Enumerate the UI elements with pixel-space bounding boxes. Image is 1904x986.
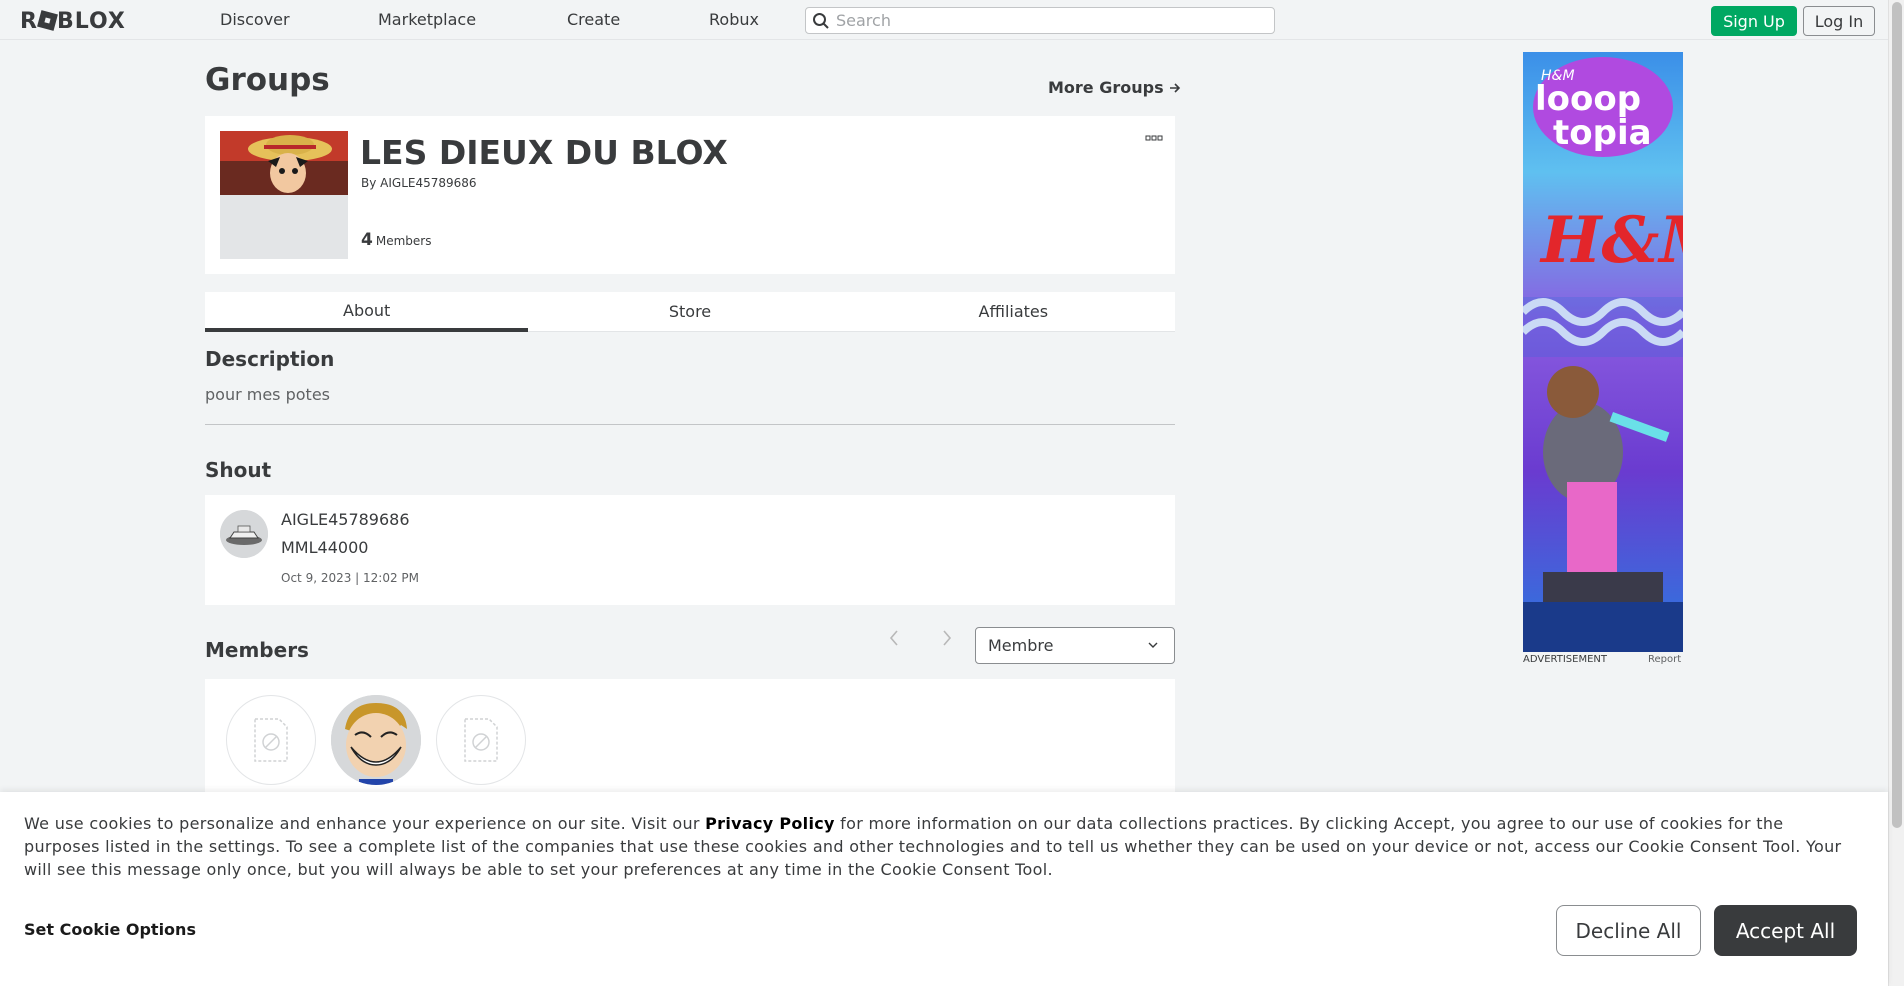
avatar[interactable]: [220, 510, 268, 558]
nav-robux[interactable]: Robux: [709, 10, 759, 29]
search-input[interactable]: [836, 11, 1256, 30]
role-dropdown-value: Membre: [988, 636, 1054, 655]
member-avatar-placeholder[interactable]: [436, 695, 526, 785]
page-scrollbar[interactable]: [1888, 0, 1904, 986]
tab-about[interactable]: About: [205, 292, 529, 332]
nav-discover[interactable]: Discover: [220, 10, 290, 29]
cookie-text: We use cookies to personalize and enhanc…: [24, 812, 1854, 881]
search-box[interactable]: [805, 7, 1275, 34]
ad-report-link[interactable]: Report: [1648, 654, 1681, 665]
nav-marketplace[interactable]: Marketplace: [378, 10, 476, 29]
tab-store[interactable]: Store: [528, 292, 852, 332]
chevron-left-icon[interactable]: [888, 628, 900, 652]
tab-affiliates[interactable]: Affiliates: [851, 292, 1175, 332]
cookie-banner: We use cookies to personalize and enhanc…: [0, 792, 1888, 986]
more-groups-label: More Groups: [1048, 78, 1164, 97]
group-header-card: LES DIEUX DU BLOX By AIGLE45789686 4 Memb…: [205, 116, 1175, 274]
shout-username[interactable]: AIGLE45789686: [281, 510, 410, 529]
top-nav: R BLOX Discover Marketplace Create Robux …: [0, 0, 1888, 40]
member-count-value: 4: [361, 230, 373, 250]
ellipsis-icon[interactable]: [1145, 130, 1163, 145]
set-cookie-options-button[interactable]: Set Cookie Options: [24, 920, 196, 939]
scrollbar-thumb[interactable]: [1892, 2, 1902, 828]
page-title: Groups: [205, 62, 330, 98]
member-avatar-placeholder[interactable]: [226, 695, 316, 785]
role-dropdown[interactable]: Membre: [975, 627, 1175, 664]
members-heading: Members: [205, 638, 309, 662]
shout-message: MML44000: [281, 538, 369, 557]
member-count: 4 Members: [361, 230, 431, 250]
decline-all-button[interactable]: Decline All: [1556, 905, 1701, 956]
shout-heading: Shout: [205, 458, 272, 482]
blocked-image-icon: [464, 718, 498, 762]
divider: [205, 424, 1175, 425]
ad-brand-logo: H&M: [1539, 203, 1683, 278]
group-emblem: [220, 131, 348, 259]
member-count-label: Members: [375, 234, 432, 248]
chevron-right-icon[interactable]: [941, 628, 953, 652]
arrow-right-icon: [1170, 83, 1181, 93]
by-label: By: [361, 176, 377, 190]
ad-label: ADVERTISEMENT: [1523, 654, 1608, 665]
group-name: LES DIEUX DU BLOX: [360, 133, 728, 172]
accept-all-button[interactable]: Accept All: [1714, 905, 1857, 956]
owner-link[interactable]: AIGLE45789686: [380, 176, 476, 190]
description-text: pour mes potes: [205, 385, 330, 404]
cookie-text-before: We use cookies to personalize and enhanc…: [24, 814, 706, 833]
description-heading: Description: [205, 347, 335, 371]
signup-button[interactable]: Sign Up: [1711, 6, 1797, 36]
privacy-policy-link[interactable]: Privacy Policy: [705, 814, 835, 833]
ad-headline-2: topia: [1553, 113, 1652, 153]
advertisement-banner[interactable]: H&M looop topia H&M: [1523, 52, 1683, 652]
chevron-down-icon: [1148, 642, 1158, 648]
login-button[interactable]: Log In: [1803, 6, 1875, 36]
search-icon: [806, 12, 836, 30]
member-avatar[interactable]: [331, 695, 421, 785]
group-owner: By AIGLE45789686: [361, 176, 477, 190]
nav-create[interactable]: Create: [567, 10, 620, 29]
shout-card: AIGLE45789686 MML44000 Oct 9, 2023 | 12:…: [205, 495, 1175, 605]
more-groups-link[interactable]: More Groups: [1048, 78, 1181, 97]
roblox-logo[interactable]: R BLOX: [20, 9, 126, 34]
blocked-image-icon: [254, 718, 288, 762]
group-tabs: About Store Affiliates: [205, 292, 1175, 332]
members-list: [205, 679, 1175, 799]
shout-date: Oct 9, 2023 | 12:02 PM: [281, 571, 420, 585]
